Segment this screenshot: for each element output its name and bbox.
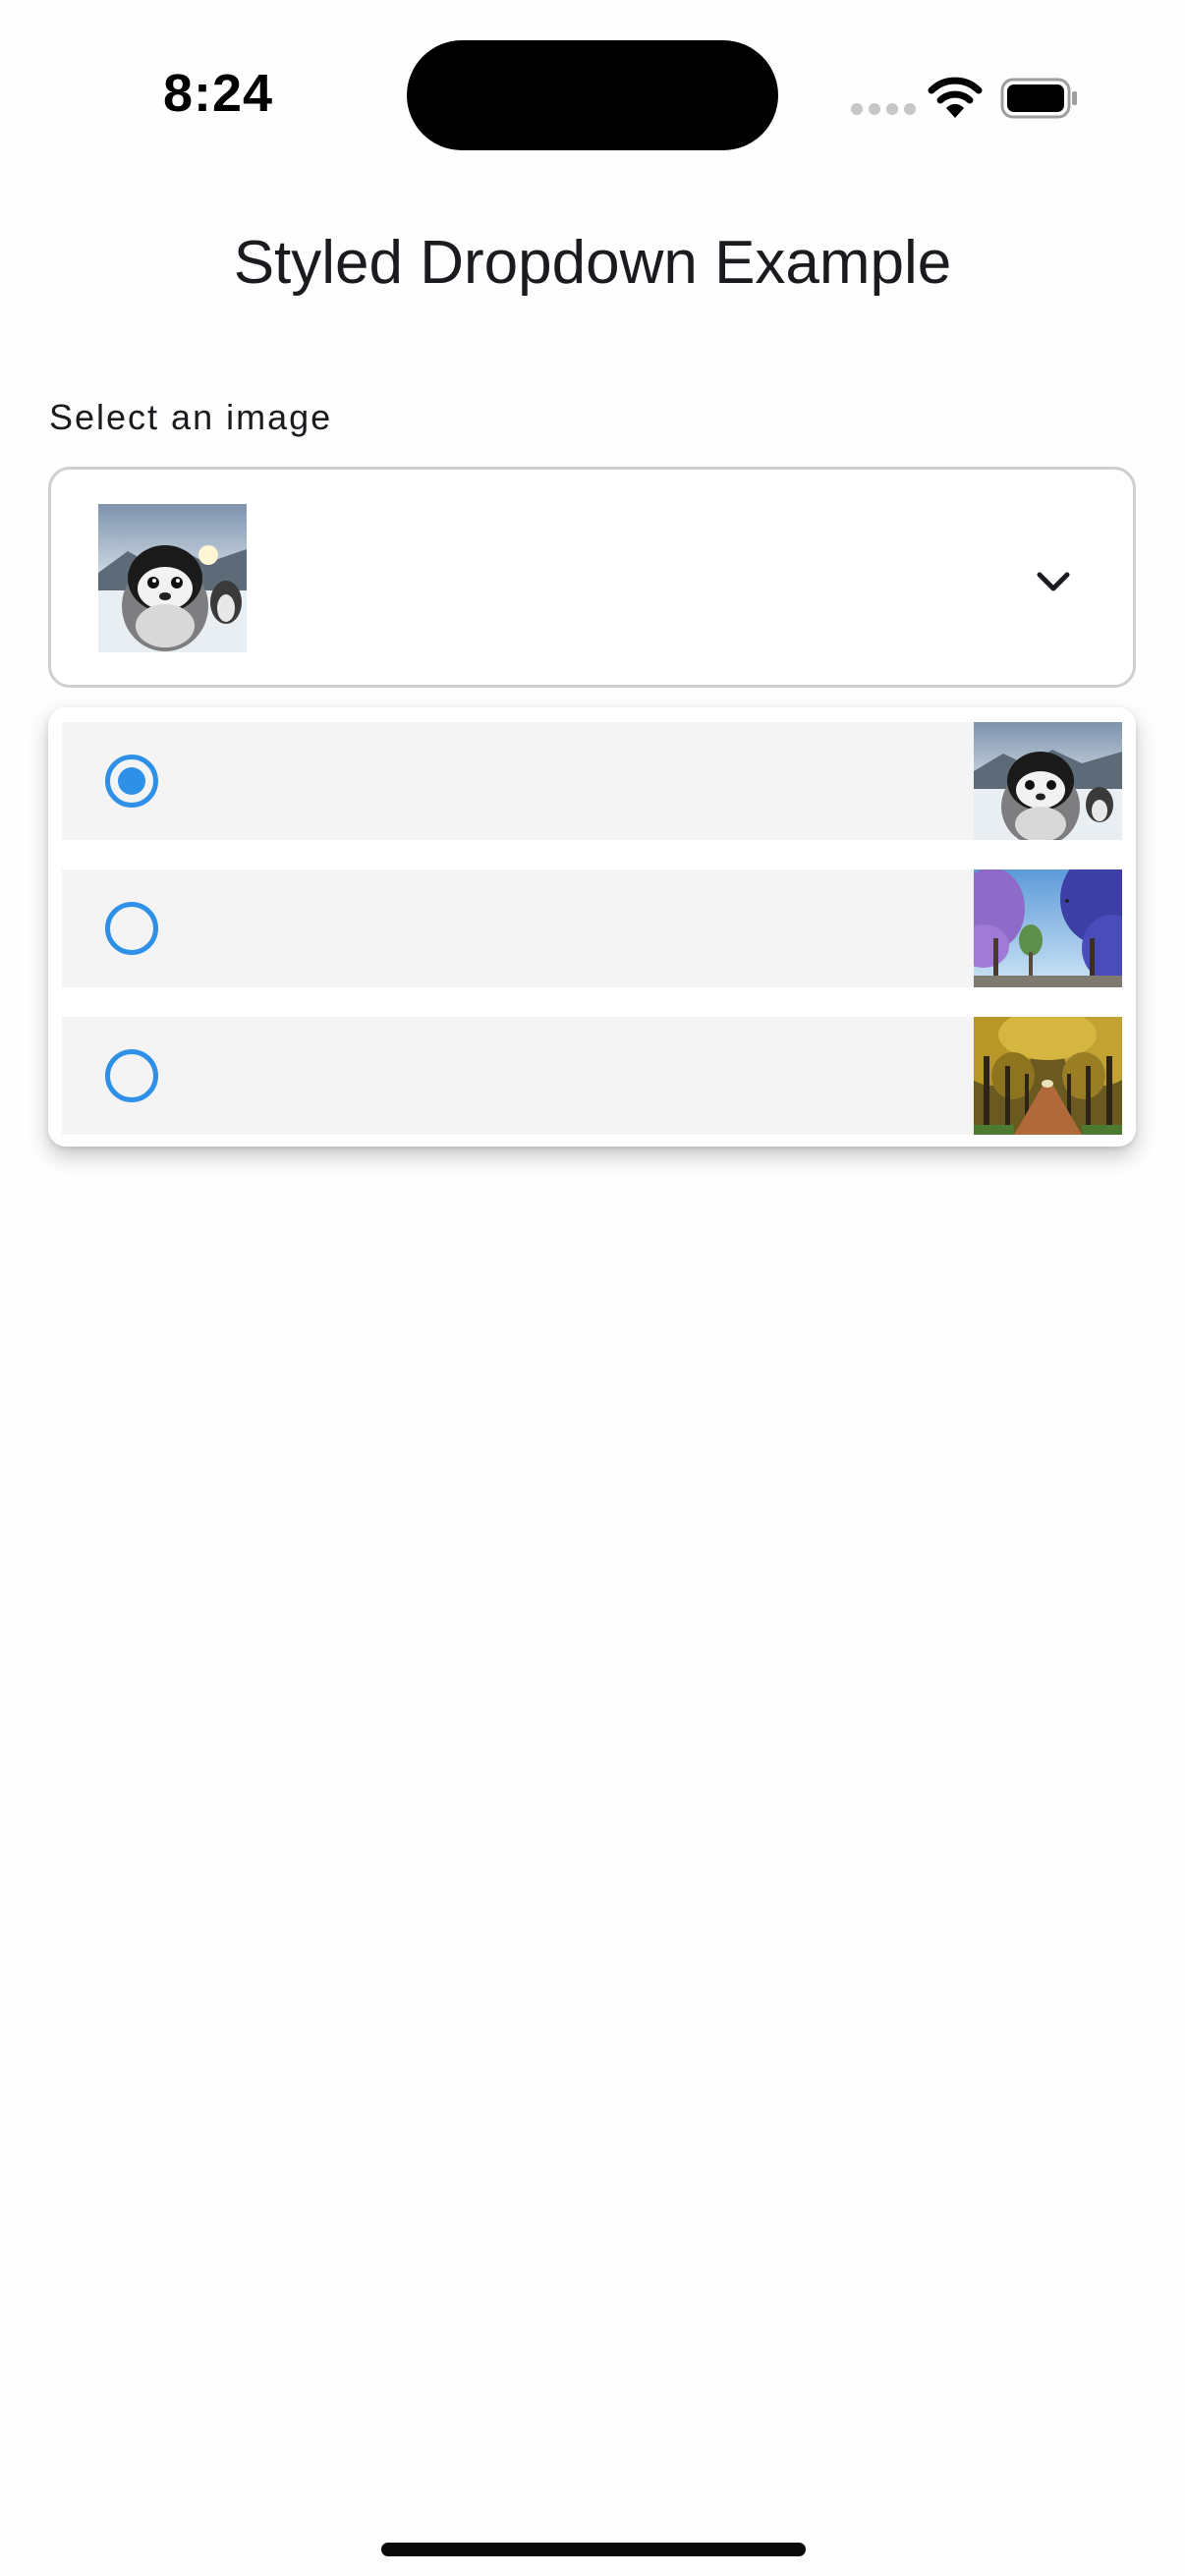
home-indicator[interactable] [381, 2543, 806, 2556]
signal-dots-icon [851, 103, 916, 115]
radio-unselected-icon[interactable] [105, 902, 158, 955]
dropdown-label: Select an image [49, 397, 333, 437]
image-dropdown[interactable] [48, 467, 1136, 688]
radio-selected-icon[interactable] [105, 755, 158, 808]
chevron-down-icon[interactable] [1030, 558, 1077, 605]
status-time: 8:24 [163, 64, 274, 123]
wifi-icon [928, 77, 983, 118]
option-penguin[interactable] [62, 722, 1122, 840]
penguin-image [974, 722, 1122, 840]
page-title: Styled Dropdown Example [233, 229, 952, 297]
option-purple-trees[interactable] [62, 869, 1122, 987]
dropdown-menu [48, 707, 1136, 1147]
battery-icon [1000, 78, 1077, 119]
dynamic-island [407, 40, 778, 150]
radio-unselected-icon[interactable] [105, 1049, 158, 1102]
option-autumn-path[interactable] [62, 1017, 1122, 1135]
purple-trees-sky-image [974, 869, 1122, 987]
autumn-tree-path-image [974, 1017, 1122, 1135]
selected-penguin-image [98, 504, 247, 652]
